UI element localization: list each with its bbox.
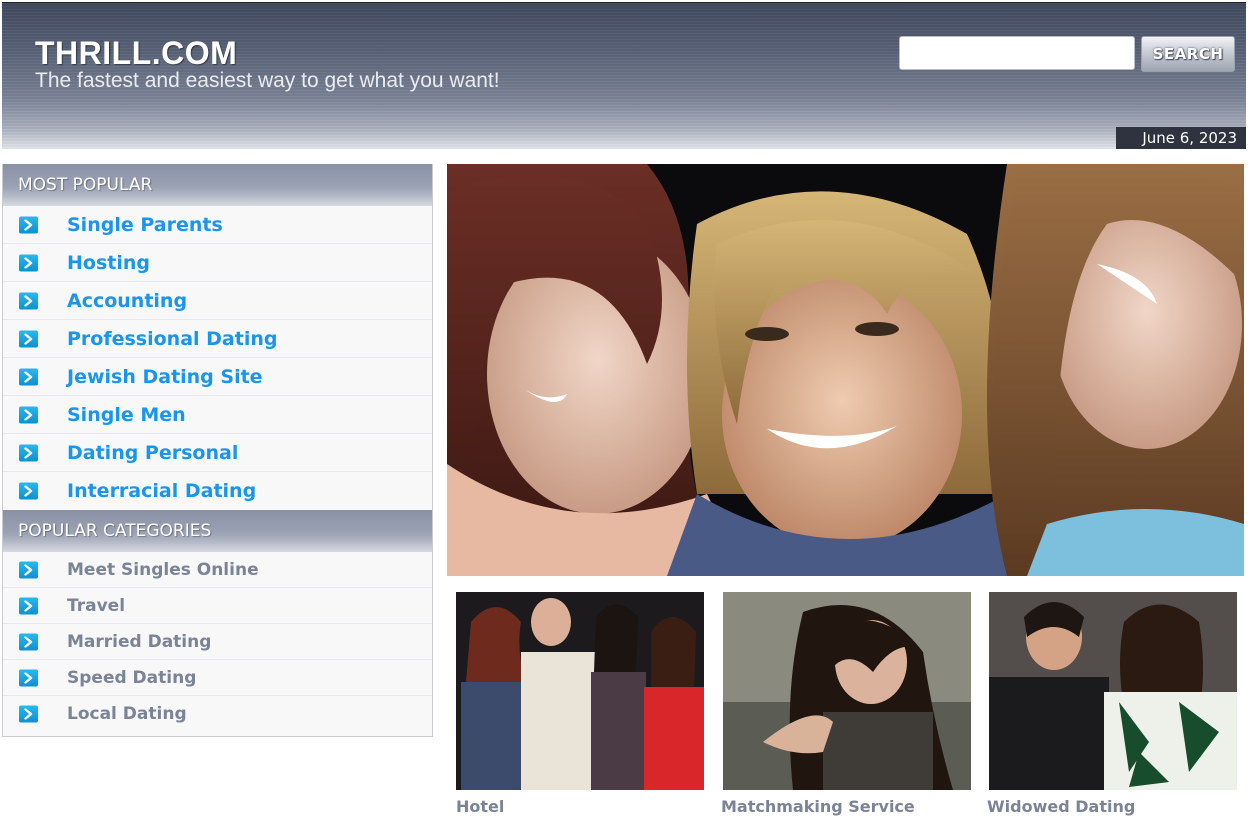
chevron-right-icon — [19, 705, 38, 723]
sidebar-link[interactable]: Meet Singles Online — [3, 552, 432, 588]
sidebar-link-label[interactable]: Meet Singles Online — [67, 560, 259, 580]
chevron-right-icon — [19, 330, 38, 347]
site-logo-title[interactable]: THRILL.COM — [35, 35, 237, 72]
chevron-right-icon — [19, 292, 38, 309]
thumbnail-widowed-photo[interactable] — [989, 592, 1237, 790]
thumbnail-caption-hotel[interactable]: Hotel — [456, 797, 504, 816]
thumbnail-hotel-photo[interactable] — [456, 592, 704, 790]
sidebar-link[interactable]: Dating Personal — [3, 434, 432, 472]
chevron-right-icon — [19, 482, 38, 500]
chevron-right-icon — [19, 216, 38, 233]
thumbnail-caption-widowed[interactable]: Widowed Dating — [987, 797, 1135, 816]
sidebar: MOST POPULAR Single Parents Hosting Accoun… — [2, 164, 433, 737]
sidebar-link[interactable]: Single Parents — [3, 206, 432, 244]
sidebar-link-label[interactable]: Single Men — [67, 404, 186, 426]
popular-categories-heading: POPULAR CATEGORIES — [3, 510, 432, 552]
sidebar-link-label[interactable]: Hosting — [67, 252, 150, 274]
most-popular-list: Single Parents Hosting Accounting Professio… — [3, 206, 432, 510]
search-input[interactable] — [899, 36, 1135, 70]
sidebar-link-label[interactable]: Travel — [67, 596, 125, 616]
thumbnail-matchmaking-photo[interactable] — [723, 592, 971, 790]
chevron-right-icon — [19, 368, 38, 385]
sidebar-link-label[interactable]: Accounting — [67, 290, 187, 312]
sidebar-link[interactable]: Speed Dating — [3, 660, 432, 696]
search-button[interactable]: SEARCH — [1141, 36, 1235, 72]
chevron-right-icon — [19, 406, 38, 423]
sidebar-link[interactable]: Travel — [3, 588, 432, 624]
sidebar-link-label[interactable]: Speed Dating — [67, 668, 196, 688]
chevron-right-icon — [19, 597, 38, 614]
hero-photo — [447, 164, 1244, 576]
site-tagline: The fastest and easiest way to get what … — [35, 69, 500, 92]
sidebar-link[interactable]: Married Dating — [3, 624, 432, 660]
sidebar-link[interactable]: Interracial Dating — [3, 472, 432, 510]
sidebar-link-label[interactable]: Local Dating — [67, 704, 187, 724]
sidebar-link-label[interactable]: Interracial Dating — [67, 480, 256, 502]
sidebar-link[interactable]: Jewish Dating Site — [3, 358, 432, 396]
sidebar-link[interactable]: Single Men — [3, 396, 432, 434]
sidebar-link[interactable]: Hosting — [3, 244, 432, 282]
popular-categories-list: Meet Singles Online Travel Married Dating S… — [3, 552, 432, 732]
site-header: THRILL.COM The fastest and easiest way t… — [2, 2, 1246, 149]
sidebar-link[interactable]: Professional Dating — [3, 320, 432, 358]
sidebar-link-label[interactable]: Married Dating — [67, 632, 211, 652]
chevron-right-icon — [19, 254, 38, 271]
chevron-right-icon — [19, 561, 38, 578]
sidebar-link[interactable]: Local Dating — [3, 696, 432, 732]
chevron-right-icon — [19, 669, 38, 686]
sidebar-link[interactable]: Accounting — [3, 282, 432, 320]
most-popular-heading: MOST POPULAR — [3, 164, 432, 206]
thumbnail-caption-matchmaking[interactable]: Matchmaking Service — [721, 797, 915, 816]
sidebar-link-label[interactable]: Jewish Dating Site — [67, 366, 263, 388]
sidebar-link-label[interactable]: Dating Personal — [67, 442, 238, 464]
chevron-right-icon — [19, 633, 38, 650]
current-date: June 6, 2023 — [1116, 127, 1246, 149]
sidebar-link-label[interactable]: Single Parents — [67, 214, 223, 236]
sidebar-link-label[interactable]: Professional Dating — [67, 328, 277, 350]
chevron-right-icon — [19, 444, 38, 461]
